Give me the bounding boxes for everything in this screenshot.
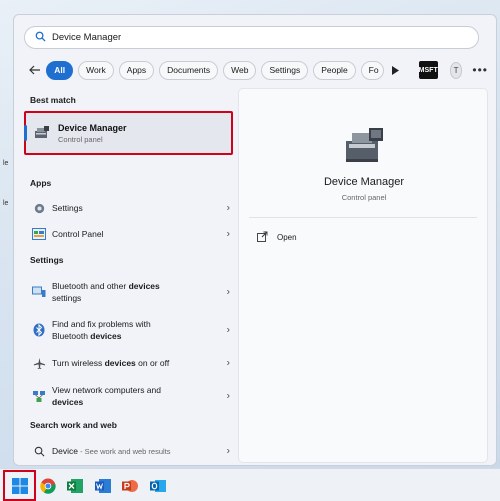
section-settings: Settings	[30, 255, 64, 265]
avatar[interactable]: T	[449, 61, 463, 79]
result-label: Device - See work and web results	[52, 445, 212, 458]
bluetooth-icon	[32, 323, 46, 337]
desktop-edge-text: le	[3, 160, 9, 167]
filter-folders[interactable]: Fo	[360, 60, 384, 80]
chevron-right-icon[interactable]: ›	[227, 391, 230, 402]
start-search-panel: All Work Apps Documents Web Settings Peo…	[13, 14, 497, 466]
web-search-term: Device	[52, 445, 78, 456]
bluetooth-devices-icon	[32, 285, 46, 299]
result-text: Bluetooth and other	[52, 281, 129, 291]
airplane-icon	[32, 356, 46, 370]
result-text: Turn wireless	[52, 358, 105, 368]
result-label: Bluetooth and other devices settings	[52, 280, 212, 304]
outlook-icon[interactable]	[147, 475, 169, 497]
search-input[interactable]	[52, 32, 452, 43]
result-turn-wireless-devices[interactable]: Turn wireless devices on or off ›	[24, 353, 236, 373]
detail-subtitle: Control panel	[341, 193, 387, 202]
best-match-title: Device Manager	[58, 122, 127, 133]
chevron-right-icon[interactable]: ›	[227, 325, 230, 336]
word-icon[interactable]	[92, 475, 114, 497]
selection-indicator	[24, 125, 27, 141]
web-search-suffix: - See work and web results	[77, 446, 171, 456]
result-highlight: devices	[104, 358, 136, 368]
detail-title: Device Manager	[323, 176, 405, 188]
result-text: on or off	[135, 358, 170, 368]
search-icon	[35, 31, 46, 44]
powerpoint-icon[interactable]	[119, 475, 141, 497]
device-manager-icon	[342, 127, 386, 165]
divider	[249, 217, 477, 218]
back-arrow-icon[interactable]	[28, 60, 42, 80]
filter-documents[interactable]: Documents	[159, 60, 219, 80]
filter-work[interactable]: Work	[78, 60, 114, 80]
scroll-right-icon[interactable]	[391, 61, 401, 80]
result-settings-app[interactable]: Settings ›	[24, 198, 236, 218]
result-web-search[interactable]: Device - See work and web results ›	[24, 441, 236, 461]
org-badge[interactable]: MSFT	[418, 61, 438, 79]
result-bluetooth-devices-settings[interactable]: Bluetooth and other devices settings ›	[24, 277, 236, 307]
result-label: Settings	[52, 203, 83, 213]
result-text: settings	[52, 293, 82, 303]
filter-apps[interactable]: Apps	[118, 60, 155, 80]
search-icon	[32, 444, 46, 458]
section-best-match: Best match	[30, 95, 76, 105]
detail-pane: Device Manager Control panel Open	[238, 88, 488, 463]
network-icon	[32, 389, 46, 403]
gear-icon	[32, 201, 46, 215]
result-label: Control Panel	[52, 229, 104, 239]
section-search-web: Search work and web	[30, 420, 117, 430]
result-highlight: devices	[90, 331, 122, 341]
result-text: View network computers and	[52, 385, 161, 395]
result-label: View network computers and devices	[52, 384, 212, 408]
open-label: Open	[277, 232, 297, 242]
filter-all[interactable]: All	[46, 60, 74, 80]
filter-settings[interactable]: Settings	[261, 60, 309, 80]
open-button[interactable]: Open	[257, 231, 297, 243]
chevron-right-icon[interactable]: ›	[227, 446, 230, 457]
chrome-icon[interactable]	[37, 475, 59, 497]
chevron-right-icon[interactable]: ›	[227, 229, 230, 240]
result-text: Bluetooth	[52, 331, 91, 341]
result-control-panel[interactable]: Control Panel ›	[24, 224, 236, 244]
taskbar	[0, 468, 500, 501]
device-manager-icon	[34, 126, 50, 140]
chevron-right-icon[interactable]: ›	[227, 287, 230, 298]
start-windows-icon[interactable]	[9, 475, 31, 497]
filter-bar: All Work Apps Documents Web Settings Peo…	[28, 59, 488, 81]
search-box[interactable]	[24, 26, 479, 49]
control-panel-icon	[32, 227, 46, 241]
open-external-icon	[257, 231, 269, 243]
filter-web[interactable]: Web	[223, 60, 257, 80]
chevron-right-icon[interactable]: ›	[227, 358, 230, 369]
filter-people[interactable]: People	[313, 60, 356, 80]
result-find-fix-bluetooth[interactable]: Find and fix problems with Bluetooth dev…	[24, 315, 236, 345]
excel-icon[interactable]	[64, 475, 86, 497]
result-view-network-computers[interactable]: View network computers and devices ›	[24, 381, 236, 411]
desktop-edge-text: le	[3, 200, 9, 207]
best-match-subtitle: Control panel	[58, 134, 103, 144]
result-text: Find and fix problems with	[52, 319, 151, 329]
result-highlight: devices	[128, 281, 160, 291]
result-label: Find and fix problems with Bluetooth dev…	[52, 318, 212, 342]
result-label: Turn wireless devices on or off	[52, 357, 212, 369]
best-match-device-manager[interactable]: Device Manager Control panel	[24, 111, 233, 155]
section-apps: Apps	[30, 178, 52, 188]
more-options-icon[interactable]: •••	[472, 64, 488, 76]
chevron-right-icon[interactable]: ›	[227, 203, 230, 214]
result-highlight: devices	[52, 397, 84, 407]
